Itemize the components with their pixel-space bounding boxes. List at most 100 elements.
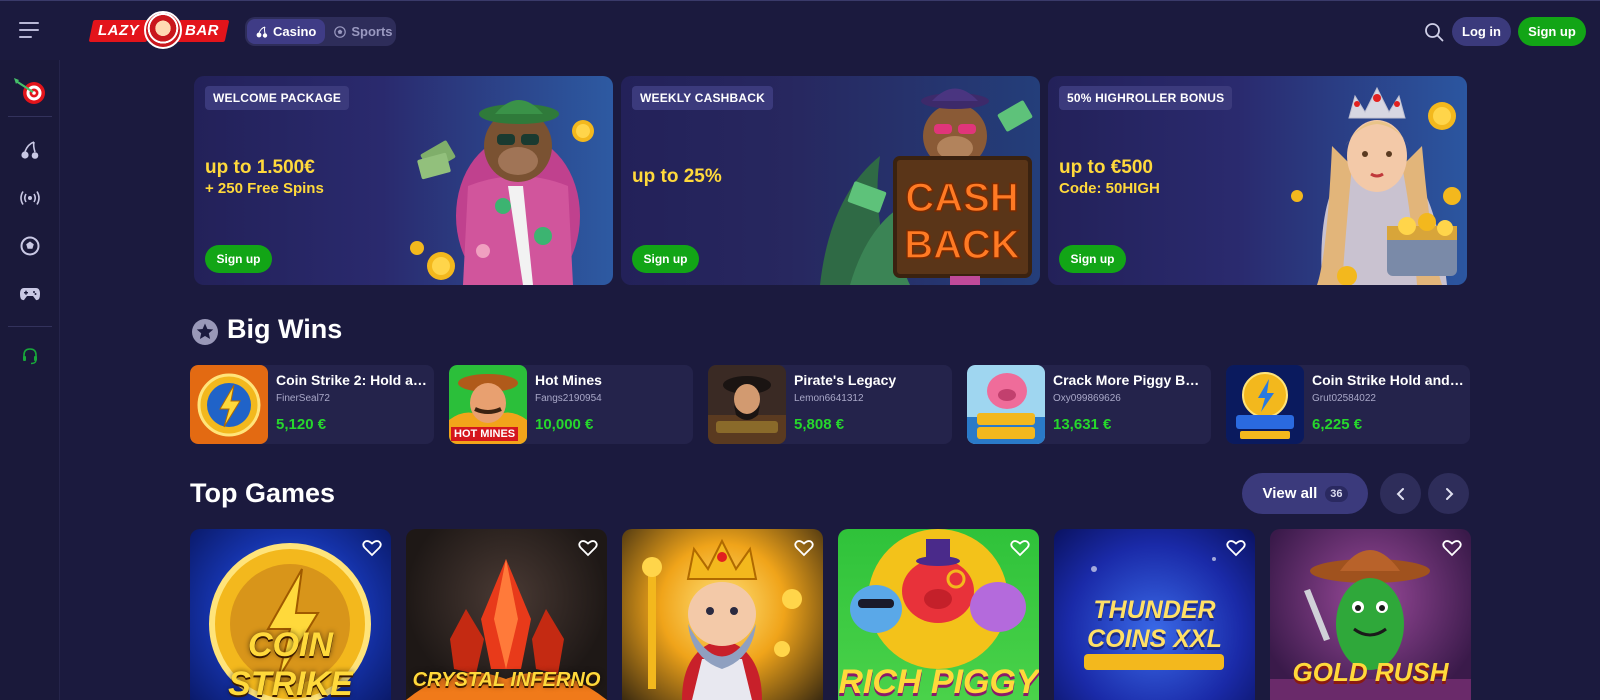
game-tile-title: COIN STRIKE [228,626,353,700]
promo-cashback-illustration: CASH BACK [820,88,1033,285]
game-tile-title: GOLD RUSH [1292,657,1449,687]
big-win-game-name: Hot Mines [535,372,602,388]
big-win-username: Fangs2190954 [535,393,602,404]
chevron-right-icon [1445,487,1453,500]
promo-tag: 50% HIGHROLLER BONUS [1059,86,1233,110]
soccer-ball-icon [334,25,347,38]
left-sidebar [0,60,60,700]
promo-queen-illustration [1291,86,1461,285]
sidebar-item-support[interactable] [0,336,60,376]
sidebar-item-live[interactable] [0,178,60,218]
signup-button[interactable]: Sign up [1518,17,1586,46]
big-win-amount: 6,225 € [1312,416,1363,433]
sidebar-item-promotions[interactable] [0,71,60,111]
promo-signup-button[interactable]: Sign up [632,245,699,273]
thumb-game-label: HOT MINES [451,427,519,441]
tab-sports-label: Sports [351,24,393,39]
game-tile-title: CRYSTAL INFERNO [412,669,601,691]
game-tile[interactable]: GOLD RUSH [1270,529,1471,700]
top-games-title: Top Games [190,478,336,508]
view-all-button[interactable]: View all 36 [1242,473,1368,514]
support-headset-icon [23,348,37,365]
game-tile[interactable]: COIN STRIKE [190,529,391,700]
promo-amount: up to 1.500€ [205,157,315,178]
gamepad-icon [20,288,40,301]
big-win-amount: 10,000 € [535,416,594,433]
carousel-next-button[interactable] [1428,473,1469,514]
big-win-game-name: Pirate's Legacy [794,372,897,388]
promo-card-welcome[interactable]: WELCOME PACKAGE up to 1.500€ + 250 Free … [194,76,613,285]
casino-sports-switch: Casino Sports [245,17,396,46]
game-tile[interactable]: RICH PIGGY [838,529,1039,700]
promo-subtitle: Code: 50HIGH [1059,180,1160,197]
big-win-amount: 13,631 € [1053,416,1112,433]
sidebar-item-casino[interactable] [0,130,60,170]
promo-mascot-illustration [410,100,594,285]
soccer-ball-icon [20,236,40,256]
big-win-card[interactable]: Pirate's Legacy Lemon6641312 5,808 € [708,365,952,444]
big-win-card[interactable]: Coin Strike Hold and Win Grut02584022 6,… [1226,365,1470,444]
big-win-username: Oxy099869626 [1053,393,1121,404]
big-win-username: Grut02584022 [1312,393,1376,404]
game-thumbnail [1226,365,1304,444]
carousel-prev-button[interactable] [1380,473,1421,514]
promo-subtitle: + 250 Free Spins [205,180,324,197]
heart-favorite-icon[interactable] [362,539,382,557]
promo-amount: up to 25% [632,166,722,187]
big-win-game-name: Coin Strike Hold and Win [1312,372,1464,388]
tab-casino[interactable]: Casino [247,19,326,44]
login-button[interactable]: Log in [1452,17,1511,46]
sidebar-item-games[interactable] [0,274,60,314]
big-win-amount: 5,120 € [276,416,327,433]
promo-card-cashback[interactable]: CASH BACK WEEKLY CASHBACK up to 25% Sign… [621,76,1040,285]
game-tile-title: THUNDER COINS XXL [1087,596,1222,653]
heart-favorite-icon[interactable] [578,539,598,557]
view-all-count-badge: 36 [1325,485,1348,502]
heart-favorite-icon[interactable] [794,539,814,557]
big-win-card[interactable]: Coin Strike 2: Hold and Win FinerSeal72 … [190,365,434,444]
game-thumbnail [708,365,786,444]
heart-favorite-icon[interactable] [1442,539,1462,557]
big-win-amount: 5,808 € [794,416,845,433]
site-logo[interactable]: LAZY BAR [88,11,230,51]
chevron-left-icon [1396,487,1404,500]
hamburger-menu-icon[interactable] [19,22,39,38]
big-wins-title: Big Wins [227,314,343,344]
tab-casino-label: Casino [273,24,317,39]
sidebar-item-sports[interactable] [0,226,60,266]
game-thumbnail [967,365,1045,444]
game-tile-art [642,538,802,700]
big-win-username: FinerSeal72 [276,393,330,404]
search-icon[interactable] [1424,22,1444,42]
promo-card-highroller[interactable]: 50% HIGHROLLER BONUS up to €500 Code: 50… [1048,76,1467,285]
star-badge-icon [192,319,218,345]
heart-favorite-icon[interactable] [1010,539,1030,557]
big-win-game-name: Coin Strike 2: Hold and Win [276,372,428,388]
game-tile-title: RICH PIGGY [838,663,1039,700]
logo-mascot-icon [144,11,182,49]
promo-amount: up to €500 [1059,157,1153,178]
big-win-card[interactable]: Crack More Piggy Banks Oxy099869626 13,6… [967,365,1211,444]
live-broadcast-icon [20,191,40,205]
promo-signup-button[interactable]: Sign up [205,245,272,273]
dart-target-icon [14,78,45,104]
cherries-icon [256,26,268,38]
game-tile[interactable]: CRYSTAL INFERNO [406,529,607,700]
cashback-art-text-back: BACK [904,223,1020,267]
promo-signup-button[interactable]: Sign up [1059,245,1126,273]
game-tile[interactable]: THUNDER COINS XXL [1054,529,1255,700]
game-tile[interactable] [622,529,823,700]
cashback-art-text-cash: CASH [905,176,1018,220]
heart-favorite-icon[interactable] [1226,539,1246,557]
big-win-card[interactable]: HOT MINES Hot Mines Fangs2190954 10,000 … [449,365,693,444]
logo-text-left: LAZY [98,22,140,39]
top-header: LAZY BAR Casino Sports Log in Sign up [0,0,1600,60]
big-win-username: Lemon6641312 [794,393,864,404]
logo-text-right: BAR [185,22,219,39]
game-thumbnail [190,365,268,444]
promo-tag: WELCOME PACKAGE [205,86,350,110]
promo-tag: WEEKLY CASHBACK [632,86,774,110]
tab-sports[interactable]: Sports [325,19,401,44]
big-win-game-name: Crack More Piggy Banks [1053,372,1205,388]
view-all-label: View all [1262,485,1318,502]
